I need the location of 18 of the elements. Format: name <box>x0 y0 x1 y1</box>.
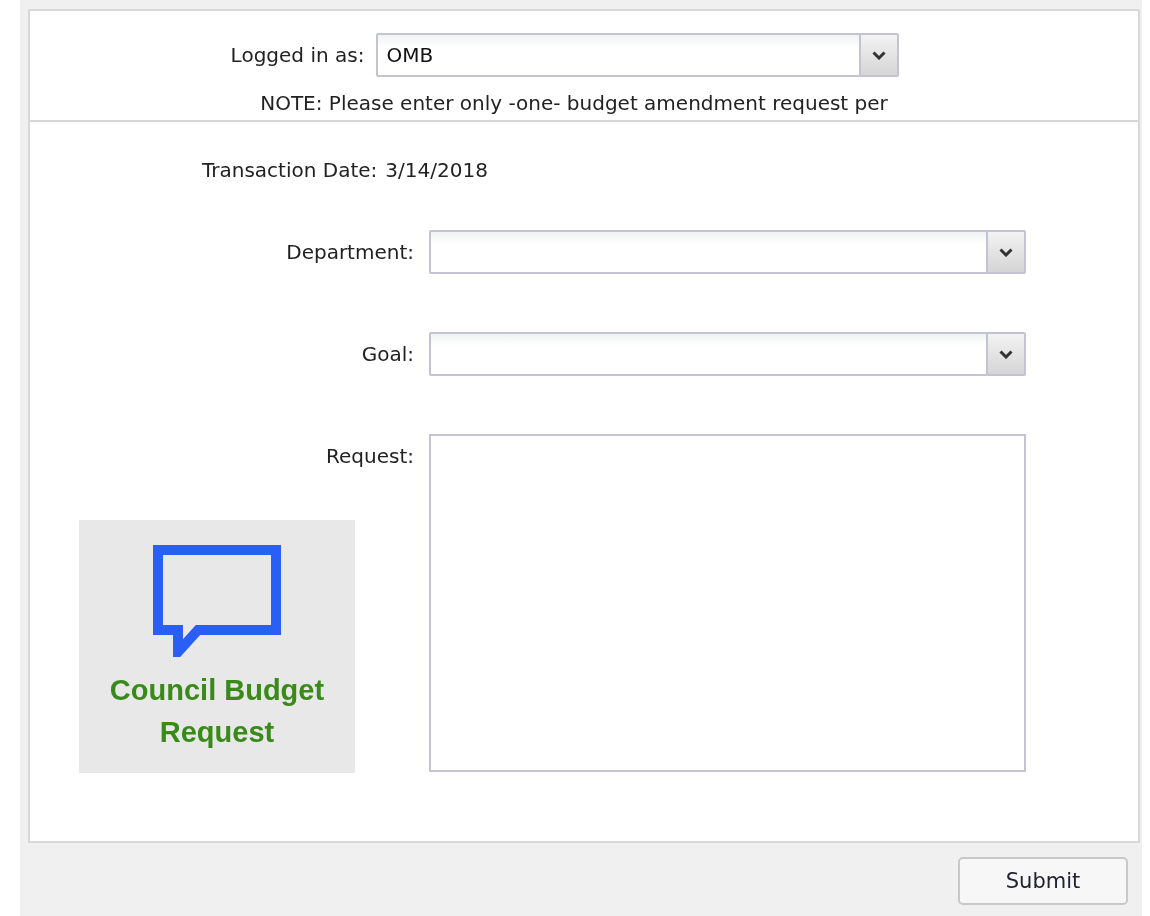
caret-icon <box>999 349 1013 359</box>
field-label: Goal: <box>361 341 414 366</box>
caret-icon <box>999 247 1013 257</box>
speech-bubble-icon <box>153 545 281 657</box>
logo-title: Council Budget Request <box>108 673 326 750</box>
submit-button[interactable]: Submit <box>958 857 1128 905</box>
dropdown-value: OMB <box>385 42 435 69</box>
caret-icon <box>872 50 887 60</box>
request-textarea[interactable] <box>429 434 1026 772</box>
field-label: Department: <box>286 239 414 264</box>
dropdown-field[interactable] <box>429 332 1026 376</box>
date-value: 3/14/2018 <box>385 158 488 182</box>
note-text: NOTE: Please enter only -one- budget amendment request per <box>260 91 888 115</box>
dropdown-field[interactable] <box>429 230 1026 274</box>
field-label: Logged in as: <box>230 43 365 67</box>
field-label: Request: <box>326 443 414 468</box>
dropdown-field[interactable]: OMB <box>376 33 900 77</box>
field-label: Transaction Date: <box>202 158 378 182</box>
